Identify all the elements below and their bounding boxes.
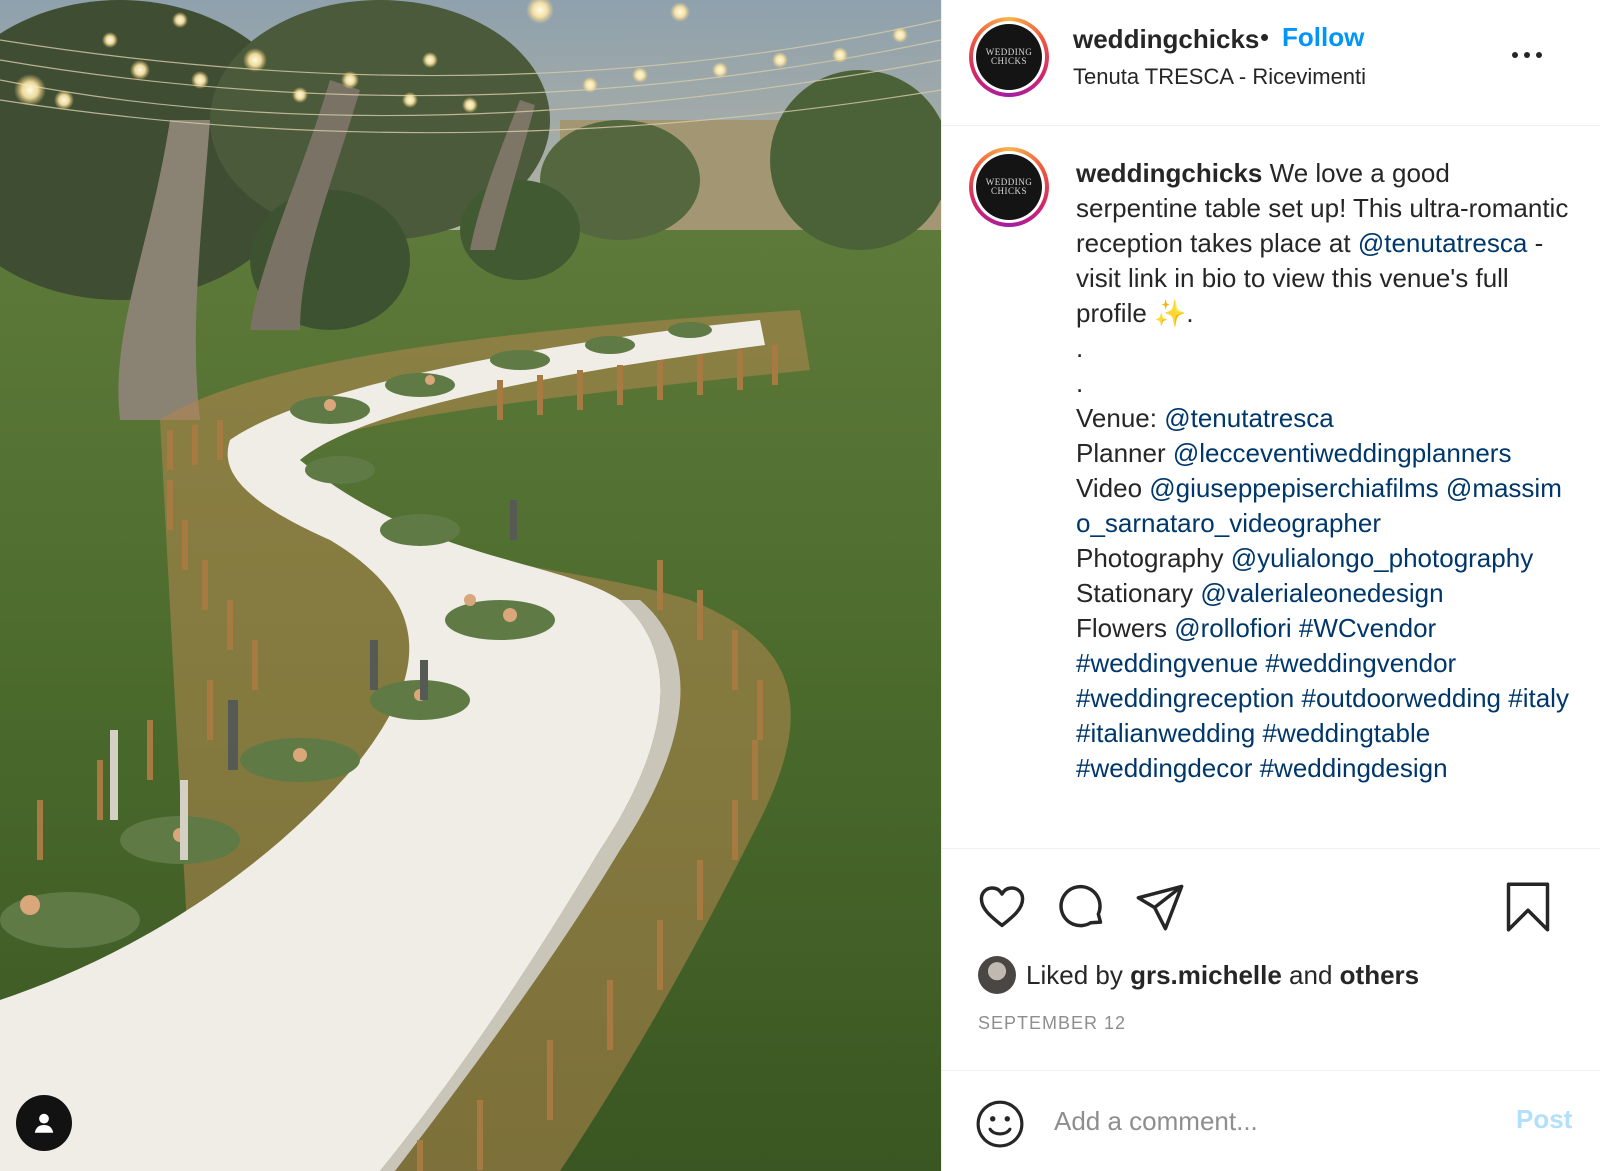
credit-line-video: Video @giuseppepiserchiafilms @massimo_s… (1076, 471, 1576, 541)
credit-label: Flowers (1076, 613, 1168, 643)
hashtag-link[interactable]: #weddingvendor (1265, 648, 1456, 678)
post-comment-button[interactable]: Post (1516, 1104, 1572, 1135)
post-date[interactable]: SEPTEMBER 12 (978, 1013, 1126, 1034)
post-caption: weddingchicks We love a good serpentine … (1076, 156, 1576, 786)
action-bar (942, 848, 1600, 938)
liker-username-link[interactable]: grs.michelle (1130, 960, 1282, 991)
comment-bubble-icon (1059, 884, 1103, 928)
hashtag-link[interactable]: #WCvendor (1299, 613, 1436, 643)
more-options-button[interactable] (1507, 40, 1547, 70)
credit-label: Stationary (1076, 578, 1194, 608)
comment-button[interactable] (1055, 881, 1107, 933)
caption-dot: . (1076, 333, 1084, 363)
bookmark-icon (1506, 882, 1550, 932)
user-tag-icon (34, 1113, 54, 1133)
likes-summary: Liked by grs.michelle and others (978, 955, 1419, 995)
likes-others-link[interactable]: others (1340, 960, 1419, 991)
credit-label: Photography (1076, 543, 1224, 573)
hashtag-link[interactable]: #weddingreception (1076, 683, 1294, 713)
hashtag-link[interactable]: #outdoorwedding (1302, 683, 1502, 713)
mention-link[interactable]: @yulialongo_photography (1231, 543, 1534, 573)
credit-line-stationary: Stationary @valerialeonedesign (1076, 576, 1576, 611)
avatar-logo: WEDDING CHICKS (976, 24, 1042, 90)
username-link[interactable]: weddingchicks (1073, 24, 1259, 55)
credit-line-photography: Photography @yulialongo_photography (1076, 541, 1576, 576)
post-photo[interactable] (0, 0, 941, 1171)
avatar-logo: WEDDING CHICKS (976, 154, 1042, 220)
liker-avatar[interactable] (978, 956, 1016, 994)
credit-line-venue: Venue: @tenutatresca (1076, 401, 1576, 436)
hashtag-link[interactable]: #weddingvenue (1076, 648, 1258, 678)
comment-input[interactable] (1054, 1091, 1484, 1151)
credit-label: Venue: (1076, 403, 1157, 433)
hashtag-link[interactable]: #weddingtable (1262, 718, 1430, 748)
mention-link[interactable]: @tenutatresca (1358, 228, 1527, 258)
mention-link[interactable]: @rollofiori (1174, 613, 1291, 643)
heart-icon (979, 886, 1025, 928)
wedding-table-image (0, 0, 941, 1171)
post-header: WEDDING CHICKS weddingchicks • Follow Te… (942, 0, 1600, 126)
hashtag-link[interactable]: #weddingdecor (1076, 753, 1252, 783)
mention-link[interactable]: @valerialeonedesign (1200, 578, 1443, 608)
smiley-icon (976, 1100, 1024, 1148)
hashtag-link[interactable]: #weddingdesign (1260, 753, 1448, 783)
emoji-button[interactable] (975, 1099, 1025, 1149)
credit-line-flowers: Flowers @rollofiori #WCvendor (1076, 613, 1436, 643)
mention-link[interactable]: @giuseppepiserchiafilms (1149, 473, 1438, 503)
post-side-panel: WEDDING CHICKS weddingchicks • Follow Te… (941, 0, 1600, 1171)
avatar[interactable]: WEDDING CHICKS (969, 17, 1049, 97)
location-link[interactable]: Tenuta TRESCA - Ricevimenti (1073, 64, 1366, 90)
follow-button[interactable]: Follow (1282, 22, 1364, 53)
comment-bar: Post (942, 1070, 1600, 1171)
like-button[interactable] (976, 881, 1028, 933)
credit-label: Planner (1076, 438, 1166, 468)
tag-people-button[interactable] (16, 1095, 72, 1151)
more-options-icon (1512, 52, 1542, 58)
mention-link[interactable]: @tenutatresca (1164, 403, 1333, 433)
caption-dot: . (1076, 368, 1084, 398)
share-button[interactable] (1134, 881, 1186, 933)
caption-username[interactable]: weddingchicks (1076, 158, 1262, 188)
likes-conjunction: and (1289, 959, 1333, 990)
credit-label: Video (1076, 473, 1143, 503)
hashtag-link[interactable]: #italianwedding (1076, 718, 1255, 748)
likes-prefix: Liked by (1026, 959, 1123, 990)
caption-avatar[interactable]: WEDDING CHICKS (969, 147, 1049, 227)
paper-plane-icon (1136, 884, 1184, 931)
credit-line-planner: Planner @lecceventiweddingplanners (1076, 436, 1576, 471)
separator-dot: • (1260, 22, 1270, 52)
hashtag-link[interactable]: #italy (1508, 683, 1569, 713)
save-button[interactable] (1502, 881, 1554, 933)
mention-link[interactable]: @lecceventiweddingplanners (1173, 438, 1512, 468)
